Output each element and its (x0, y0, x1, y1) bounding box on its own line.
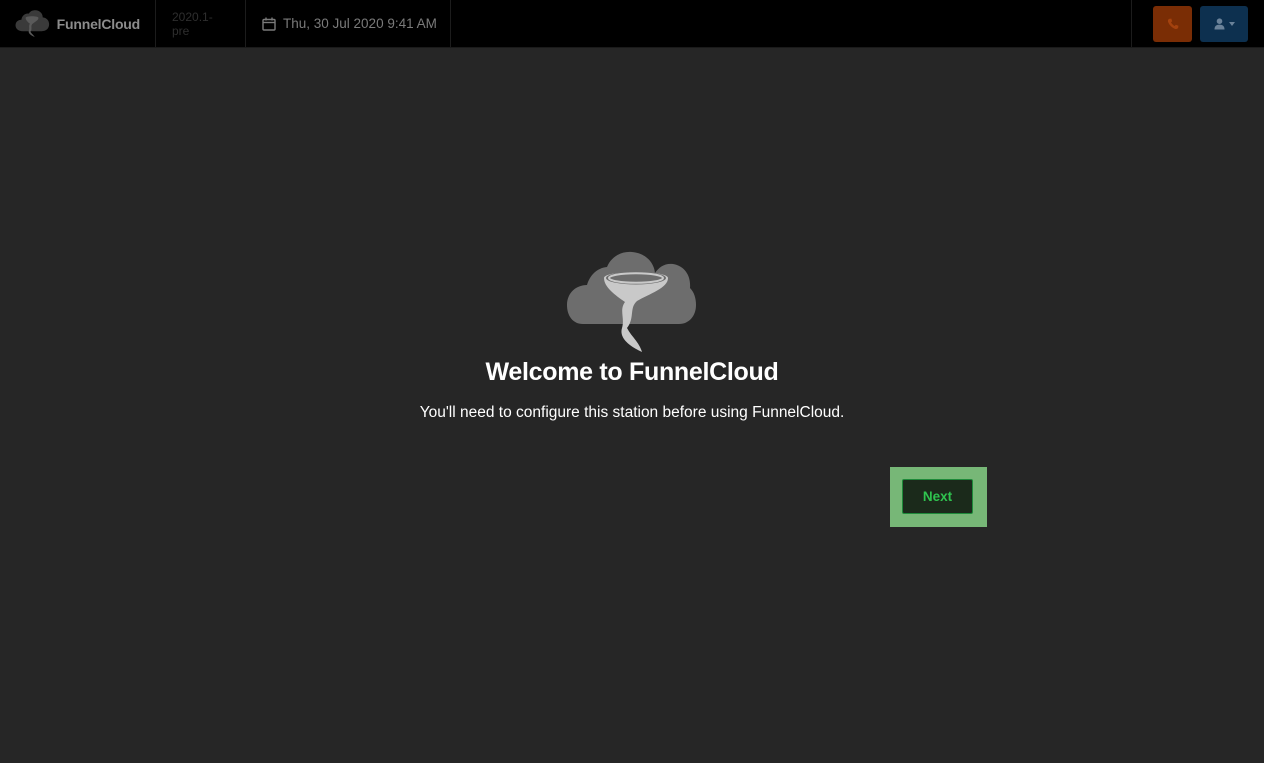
datetime-text: Thu, 30 Jul 2020 9:41 AM (283, 16, 437, 31)
top-navbar: FunnelCloud 2020.1-pre Thu, 30 Jul 2020 … (0, 0, 1264, 48)
app-name: FunnelCloud (56, 15, 141, 32)
chevron-down-icon (1228, 21, 1235, 26)
next-button[interactable]: Next (902, 479, 973, 514)
user-menu-button[interactable] (1200, 5, 1248, 42)
welcome-message: You'll need to configure this station be… (419, 404, 845, 421)
phone-icon (1167, 18, 1178, 29)
welcome-panel: Welcome to FunnelCloud You'll need to co… (0, 248, 1264, 422)
page-title: Welcome to FunnelCloud (485, 358, 779, 386)
funnelcloud-logo-icon (15, 9, 50, 37)
brand[interactable]: FunnelCloud (0, 0, 156, 47)
version-label: 2020.1-pre (156, 0, 246, 47)
datetime-display: Thu, 30 Jul 2020 9:41 AM (246, 0, 451, 47)
navbar-actions (1131, 0, 1264, 47)
phone-button[interactable] (1153, 5, 1192, 42)
funnelcloud-hero-icon (567, 251, 696, 352)
user-icon (1214, 17, 1224, 29)
calendar-icon (262, 17, 276, 31)
navbar-spacer (451, 0, 1131, 47)
